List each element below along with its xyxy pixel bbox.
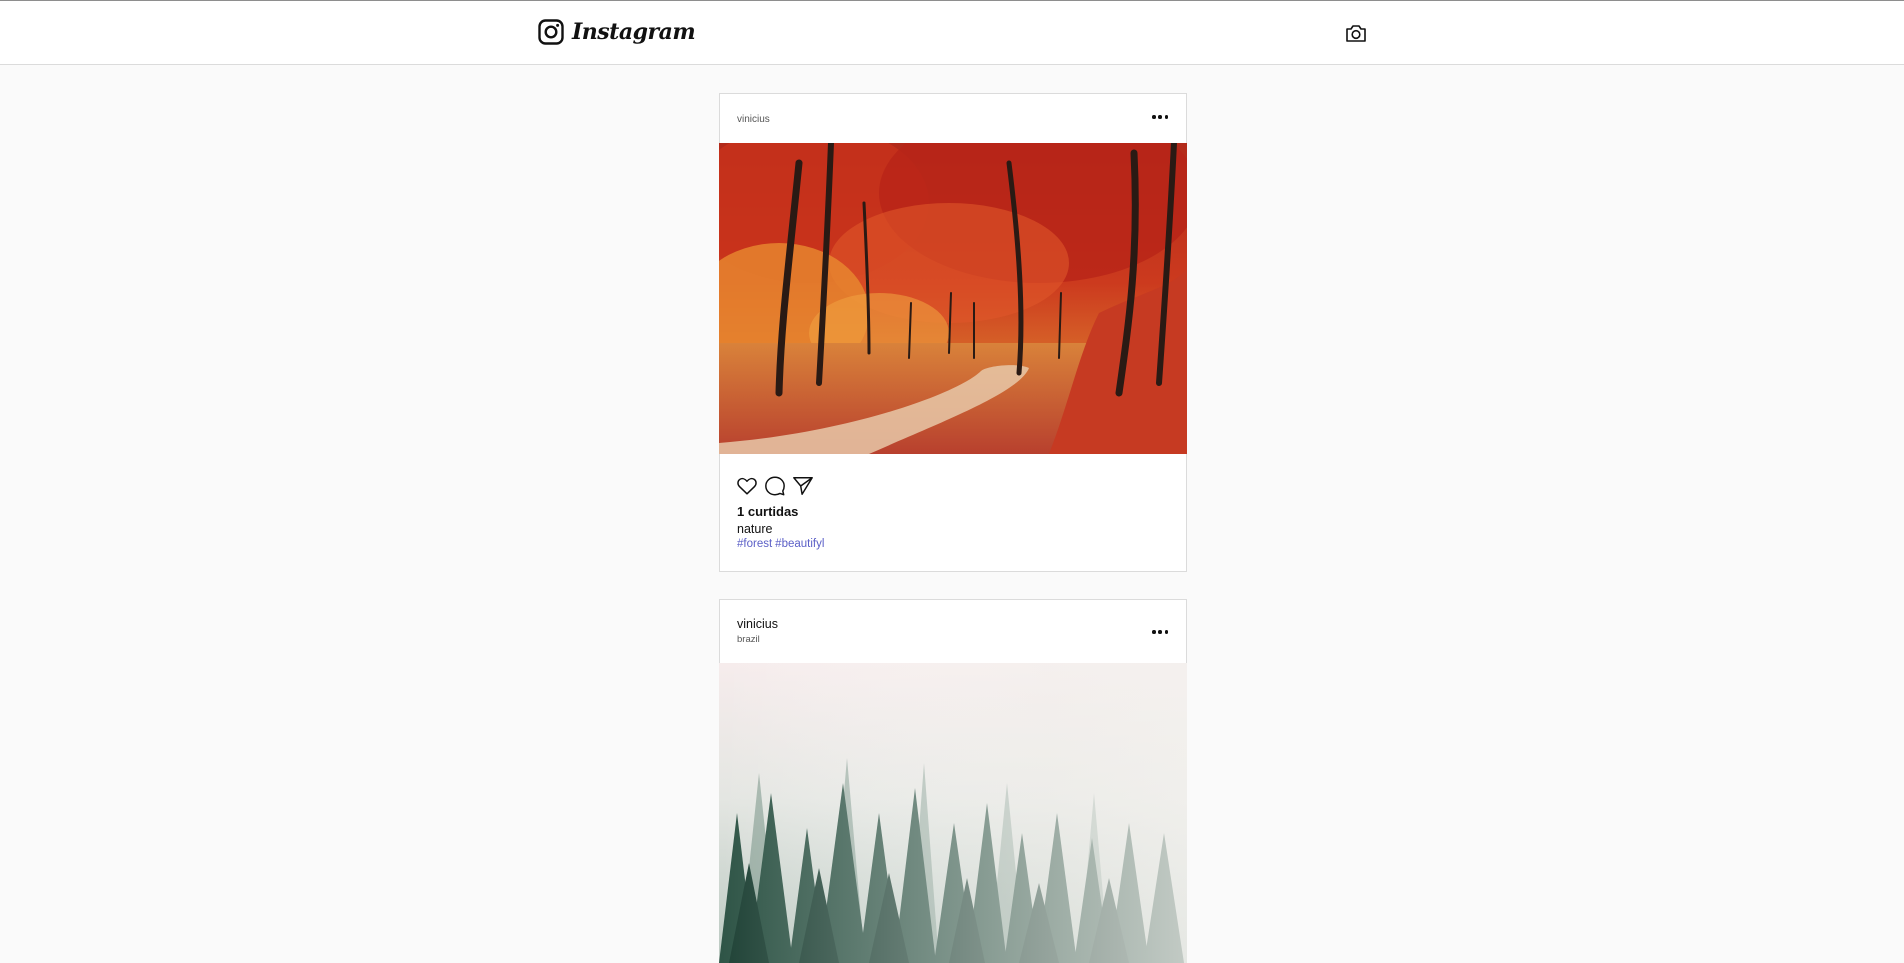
instagram-glyph-icon <box>538 19 564 45</box>
post-author[interactable]: vinicius <box>737 114 770 125</box>
more-dot <box>1164 630 1168 634</box>
post-hashtags: #forest #beautifyl <box>737 538 824 550</box>
hashtag-link[interactable]: #beautifyl <box>775 538 824 550</box>
feed-post: vinicius 1 curtidas nature #forest #beau… <box>719 93 1187 572</box>
post-actions <box>736 474 814 498</box>
post-header: vinicius brazil <box>720 600 1186 663</box>
misty-pine-forest-image <box>719 663 1187 963</box>
post-header: vinicius <box>720 94 1186 143</box>
post-author[interactable]: vinicius <box>737 617 778 631</box>
brand-wordmark: Instagram <box>572 19 696 45</box>
hashtag-link[interactable]: #forest <box>737 538 772 550</box>
camera-button[interactable] <box>1344 21 1368 45</box>
post-caption: nature <box>737 522 773 536</box>
feed-post: vinicius brazil <box>719 599 1187 963</box>
autumn-forest-path-image <box>719 143 1187 454</box>
post-location[interactable]: brazil <box>737 634 760 645</box>
more-dot <box>1158 115 1162 119</box>
more-dot <box>1164 115 1168 119</box>
more-options-button[interactable] <box>1152 626 1168 638</box>
more-dot <box>1158 630 1162 634</box>
post-image[interactable] <box>719 663 1187 963</box>
likes-count[interactable]: 1 curtidas <box>737 504 798 519</box>
more-dot <box>1152 630 1156 634</box>
camera-icon <box>1346 25 1366 42</box>
comment-bubble-icon[interactable] <box>764 475 786 497</box>
brand-logo[interactable]: Instagram <box>538 16 696 48</box>
share-send-icon[interactable] <box>792 475 814 497</box>
post-image[interactable] <box>719 143 1187 454</box>
more-options-button[interactable] <box>1152 111 1168 123</box>
more-dot <box>1152 115 1156 119</box>
top-navigation-bar: Instagram <box>0 0 1904 65</box>
like-heart-icon[interactable] <box>736 475 758 497</box>
